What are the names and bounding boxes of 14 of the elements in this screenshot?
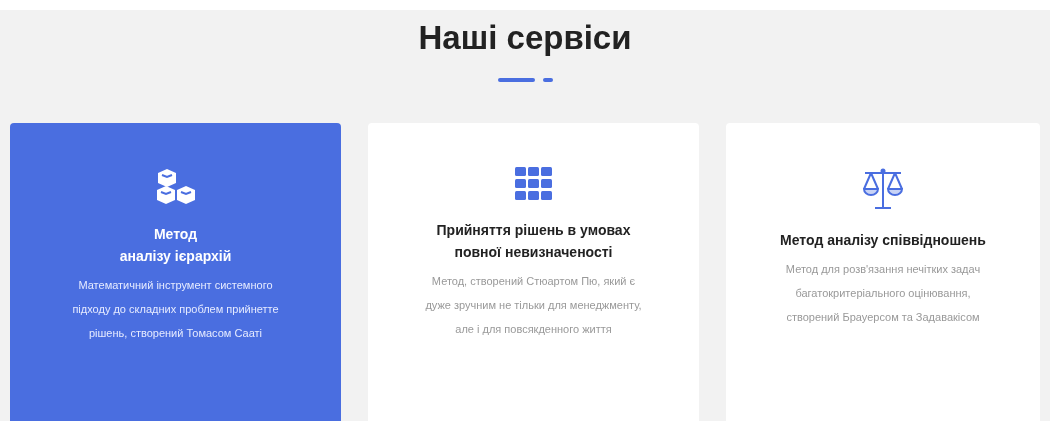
service-title: Прийняття рішень в умовах повної невизначеності <box>435 221 632 262</box>
service-title: Метод аналізу співвідношень <box>779 231 987 250</box>
service-description: Метод, створений Стюартом Пю, який є дуже зручним не тільки для менеджменту, але і для повсякденного життя <box>424 274 643 337</box>
service-description: Метод для розв'язання нечітких задач багатокритеріального оцінювання, створений Брауерсом та Задавакісом <box>784 262 982 325</box>
title-underline <box>497 78 553 82</box>
service-card[interactable]: Метод аналізу співвідношень Метод для розв'язання нечітких задач багатокритеріального оцінювання, створений Брауерсом та Задавакісом <box>726 123 1040 421</box>
grid-icon <box>514 167 553 201</box>
service-description: Математичний інструмент системного підходу до складних проблем прийнетте рішень, створений Томасом Сааті <box>71 278 280 341</box>
cubes-icon <box>154 167 197 205</box>
service-card[interactable]: Метод аналізу ієрархій Математичний інструмент системного підходу до складних проблем прийнетте рішень, створений Томасом Сааті <box>10 123 341 421</box>
section-title: Наші сервіси <box>417 18 633 58</box>
scales-icon <box>861 167 905 211</box>
service-card[interactable]: Прийняття рішень в умовах повної невизначеності Метод, створений Стюартом Пю, який є дуже зручним не тільки для менеджменту, але і для повсякденного життя <box>368 123 699 421</box>
service-title: Метод аналізу ієрархій <box>118 225 233 266</box>
